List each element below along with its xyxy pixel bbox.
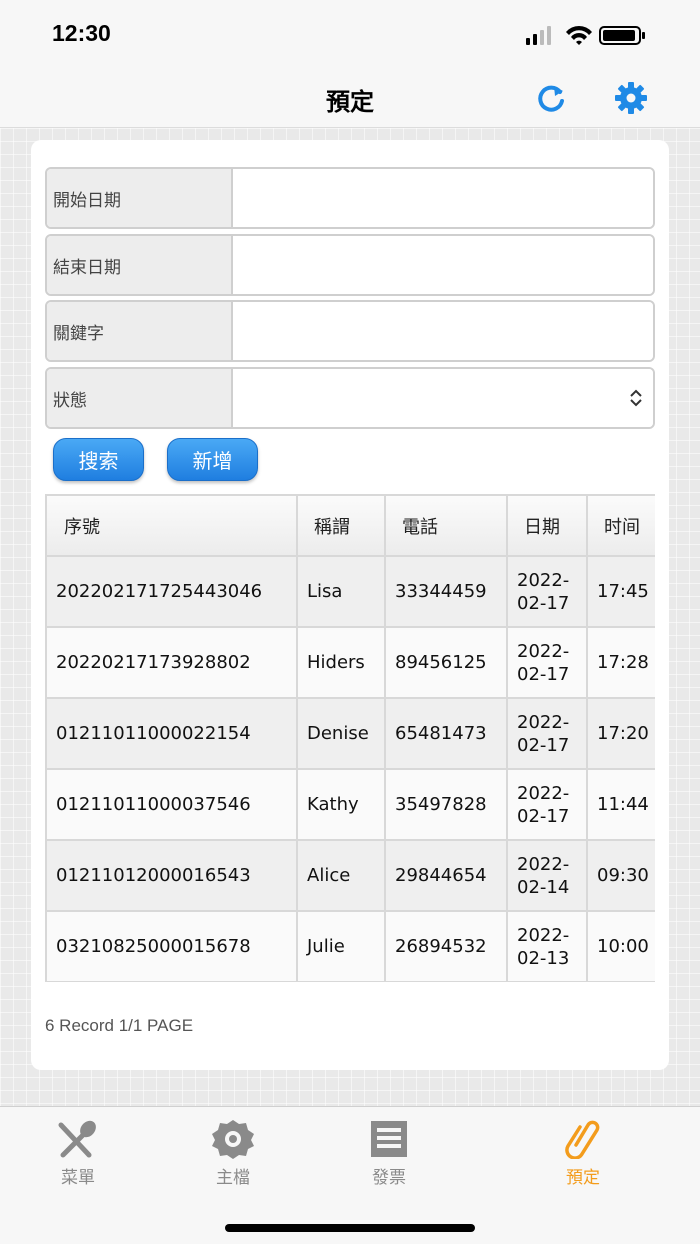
- keyword-label: 關鍵字: [47, 302, 233, 360]
- add-button[interactable]: 新增: [167, 438, 258, 481]
- reservation-table: 序號 稱謂 電話 日期 时间 20220217172544304​6 Lisa …: [45, 494, 655, 982]
- cell-title: Kathy: [297, 769, 386, 841]
- status-select[interactable]: [233, 369, 653, 427]
- cell-serial: 20220217172544304​6: [47, 556, 298, 628]
- cell-time: 09:30: [587, 840, 655, 912]
- table-row[interactable]: 01211011000022154 Denise 65481473 2022-0…: [47, 698, 655, 770]
- cell-time: 17:28: [587, 627, 655, 699]
- paperclip-icon: [565, 1120, 600, 1159]
- cell-phone: 33344459: [385, 556, 508, 628]
- status-row: 狀態: [45, 367, 655, 429]
- cell-phone: 26894532: [385, 911, 508, 982]
- tab-label: 主檔: [216, 1168, 250, 1188]
- gear-icon: [615, 82, 647, 114]
- tab-label: 發票: [372, 1168, 406, 1188]
- home-indicator: [225, 1224, 475, 1232]
- cell-date: 2022-02-13: [507, 911, 588, 982]
- column-header-phone[interactable]: 電話: [385, 496, 508, 557]
- cell-title: Denise: [297, 698, 386, 770]
- table-row[interactable]: 01211012000016543 Alice 29844654 2022-02…: [47, 840, 655, 912]
- cell-time: 17:20: [587, 698, 655, 770]
- cell-serial: 03210825000015678: [47, 911, 298, 982]
- record-count: 6 Record 1/1 PAGE: [45, 1016, 194, 1035]
- status-bar: 12:30: [0, 0, 700, 66]
- refresh-icon: [538, 85, 564, 112]
- cell-serial: 01211011000022154: [47, 698, 298, 770]
- cell-phone: 29844654: [385, 840, 508, 912]
- tab-booking[interactable]: 預定: [523, 1119, 643, 1189]
- cell-date: 2022-02-14: [507, 840, 588, 912]
- table-row[interactable]: 03210825000015678 Julie 26894532 2022-02…: [47, 911, 655, 982]
- cell-title: Lisa: [297, 556, 386, 628]
- status-label: 狀態: [47, 369, 233, 427]
- search-button[interactable]: 搜索: [53, 438, 144, 481]
- cell-serial: 20220217173928802: [47, 627, 298, 699]
- navigation-bar: 預定: [0, 66, 700, 128]
- signal-icon: [526, 26, 551, 45]
- table-row[interactable]: 20220217173928802 Hiders 89456125 2022-0…: [47, 627, 655, 699]
- receipt-icon: [371, 1121, 407, 1157]
- tab-master[interactable]: 主檔: [173, 1119, 293, 1189]
- cell-date: 2022-02-17: [507, 627, 588, 699]
- cell-time: 10:00: [587, 911, 655, 982]
- cell-time: 11:44: [587, 769, 655, 841]
- table-header-row: 序號 稱謂 電話 日期 时间: [47, 496, 655, 557]
- cell-time: 17:45: [587, 556, 655, 628]
- tab-label: 菜單: [61, 1168, 95, 1188]
- keyword-row: 關鍵字: [45, 300, 655, 362]
- table-row[interactable]: 20220217172544304​6 Lisa 33344459 2022-0…: [47, 556, 655, 628]
- cell-title: Alice: [297, 840, 386, 912]
- gear-icon: [212, 1120, 254, 1159]
- end-date-label: 結束日期: [47, 236, 233, 294]
- cell-date: 2022-02-17: [507, 556, 588, 628]
- end-date-input[interactable]: [233, 236, 653, 294]
- battery-icon: [599, 26, 645, 45]
- tab-menu[interactable]: 菜單: [18, 1119, 138, 1189]
- column-header-date[interactable]: 日期: [507, 496, 588, 557]
- column-header-serial[interactable]: 序號: [47, 496, 298, 557]
- cell-serial: 01211012000016543: [47, 840, 298, 912]
- keyword-input[interactable]: [233, 302, 653, 360]
- start-date-label: 開始日期: [47, 169, 233, 227]
- cell-phone: 89456125: [385, 627, 508, 699]
- cell-title: Hiders: [297, 627, 386, 699]
- cell-phone: 65481473: [385, 698, 508, 770]
- cell-date: 2022-02-17: [507, 769, 588, 841]
- chevron-updown-icon: [630, 389, 642, 407]
- start-date-input[interactable]: [233, 169, 653, 227]
- end-date-row: 結束日期: [45, 234, 655, 296]
- refresh-button[interactable]: [534, 81, 568, 115]
- column-header-time[interactable]: 时间: [587, 496, 655, 557]
- column-header-title[interactable]: 稱謂: [297, 496, 386, 557]
- page-title: 預定: [326, 88, 374, 116]
- settings-button[interactable]: [614, 81, 648, 115]
- start-date-row: 開始日期: [45, 167, 655, 229]
- cell-title: Julie: [297, 911, 386, 982]
- cell-serial: 01211011000037546: [47, 769, 298, 841]
- fork-spoon-icon: [58, 1120, 96, 1158]
- status-indicators: [526, 25, 645, 45]
- tab-invoice[interactable]: 發票: [329, 1119, 449, 1189]
- wifi-icon: [566, 25, 592, 45]
- cell-date: 2022-02-17: [507, 698, 588, 770]
- table-row[interactable]: 01211011000037546 Kathy 35497828 2022-02…: [47, 769, 655, 841]
- cell-phone: 35497828: [385, 769, 508, 841]
- tab-label: 預定: [566, 1168, 600, 1188]
- status-time: 12:30: [52, 20, 111, 46]
